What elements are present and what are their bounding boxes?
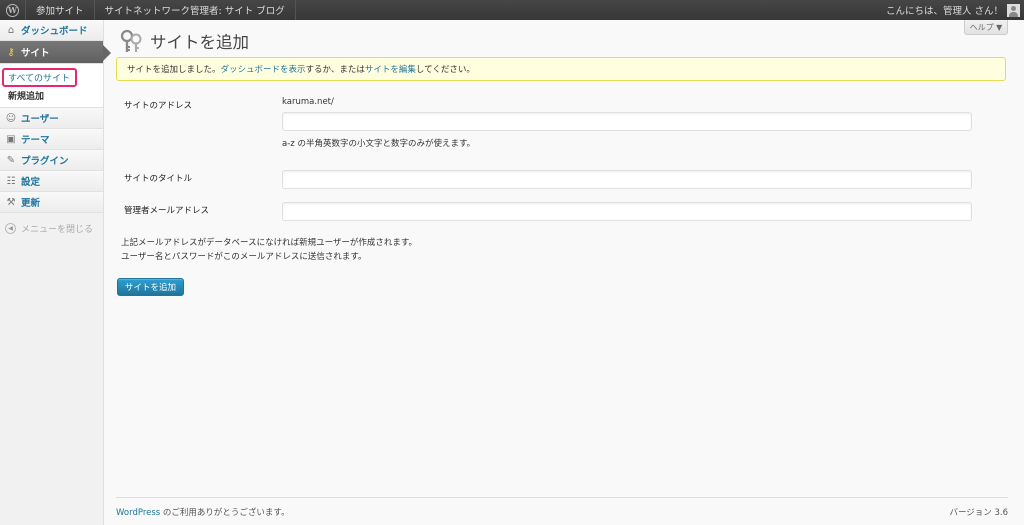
page-title: サイトを追加 (150, 33, 249, 52)
admin-bar: W 参加サイト サイトネットワーク管理者: サイト ブログ こんにちは、管理人 … (0, 0, 1024, 20)
edit-site-link[interactable]: サイトを編集 (365, 63, 416, 75)
sidebar-item-plugins[interactable]: ✎ プラグイン (0, 150, 103, 171)
my-sites-menu[interactable]: 参加サイト (26, 0, 95, 20)
keys-icon: ⚷ (7, 46, 15, 58)
site-title-label: サイトのタイトル (124, 174, 193, 184)
network-admin-menu[interactable]: サイトネットワーク管理者: サイト ブログ (95, 0, 296, 20)
success-notice: サイトを追加しました。 ダッシュボードを表示 するか、または サイトを編集 して… (116, 57, 1006, 81)
site-title-input[interactable] (282, 170, 972, 189)
site-address-domain: karuma.net/ (282, 97, 334, 107)
notice-text-suffix: してください。 (415, 65, 475, 75)
settings-icon: ☷ (6, 175, 16, 187)
site-address-hint: a-z の半角英数字の小文字と数字のみが使えます。 (282, 139, 476, 149)
collapse-menu-button[interactable]: ◀ メニューを閉じる (0, 217, 103, 239)
sidebar-item-settings[interactable]: ☷ 設定 (0, 171, 103, 192)
notice-text-middle: するか、または (305, 65, 365, 75)
appearance-icon: ▣ (6, 133, 16, 145)
note-line-1: 上記メールアドレスがデータベースになければ新規ユーザーが作成されます。 (121, 238, 418, 248)
my-account-menu[interactable]: こんにちは、管理人 さん！ (886, 0, 1024, 20)
home-icon: ⌂ (7, 24, 15, 36)
footer-thanks: WordPress のご利用ありがとうございます。 (116, 506, 290, 518)
sidebar-item-label: ダッシュボード (21, 26, 88, 37)
collapse-label: メニューを閉じる (21, 224, 94, 235)
users-icon: ☺ (5, 112, 17, 124)
sidebar-item-label: 設定 (21, 177, 41, 188)
wordpress-link[interactable]: WordPress (116, 508, 160, 518)
footer-thanks-text: のご利用ありがとうございます。 (160, 508, 290, 518)
avatar (1007, 3, 1020, 17)
plugin-icon: ✎ (6, 154, 16, 166)
sidebar-item-label: ユーザー (21, 114, 59, 125)
sidebar-item-sites[interactable]: ⚷ サイト (0, 41, 111, 64)
sidebar-item-label: プラグイン (21, 156, 69, 167)
submenu-add-new[interactable]: 新規追加 (0, 88, 103, 103)
notice-text-prefix: サイトを追加しました。 (127, 65, 221, 75)
page-header: サイトを追加 (118, 28, 249, 54)
admin-email-label: 管理者メールアドレス (124, 206, 210, 216)
note-line-2: ユーザー名とパスワードがこのメールアドレスに送信されます。 (121, 252, 367, 262)
greeting-text: こんにちは、管理人 さん！ (885, 6, 1003, 17)
sidebar-item-label: サイト (21, 48, 50, 59)
wordpress-logo-icon: W (6, 3, 19, 17)
collapse-arrow-icon: ◀ (5, 222, 16, 234)
keys-icon (120, 29, 142, 52)
sidebar-item-dashboard[interactable]: ⌂ ダッシュボード (0, 20, 103, 41)
sidebar-item-updates[interactable]: ⚒ 更新 (0, 192, 103, 213)
sidebar-item-users[interactable]: ☺ ユーザー (0, 108, 103, 129)
footer-version: バージョン 3.6 (949, 508, 1008, 518)
sidebar-item-label: 更新 (21, 198, 41, 209)
submenu-all-sites[interactable]: すべてのサイト (2, 68, 77, 87)
view-dashboard-link[interactable]: ダッシュボードを表示 (221, 63, 306, 75)
site-address-label: サイトのアドレス (124, 101, 193, 111)
sidebar-item-label: テーマ (21, 135, 50, 146)
help-tab-button[interactable]: ヘルプ ▼ (964, 20, 1008, 35)
footer: WordPress のご利用ありがとうございます。 バージョン 3.6 (116, 497, 1008, 518)
tools-icon: ⚒ (6, 196, 16, 208)
admin-sidebar: ⌂ ダッシュボード ⚷ サイト すべてのサイト 新規追加 ☺ ユーザー ▣ テー… (0, 20, 111, 525)
wordpress-logo-button[interactable]: W (0, 0, 26, 20)
admin-email-input[interactable] (282, 202, 972, 221)
sidebar-item-themes[interactable]: ▣ テーマ (0, 129, 103, 150)
add-site-button[interactable]: サイトを追加 (117, 278, 184, 296)
sites-submenu: すべてのサイト 新規追加 (0, 64, 103, 108)
site-address-input[interactable] (282, 112, 972, 131)
main-content: ヘルプ ▼ サイトを追加 サイトを追加しました。 ダッシュボードを表示 するか、… (104, 20, 1024, 525)
